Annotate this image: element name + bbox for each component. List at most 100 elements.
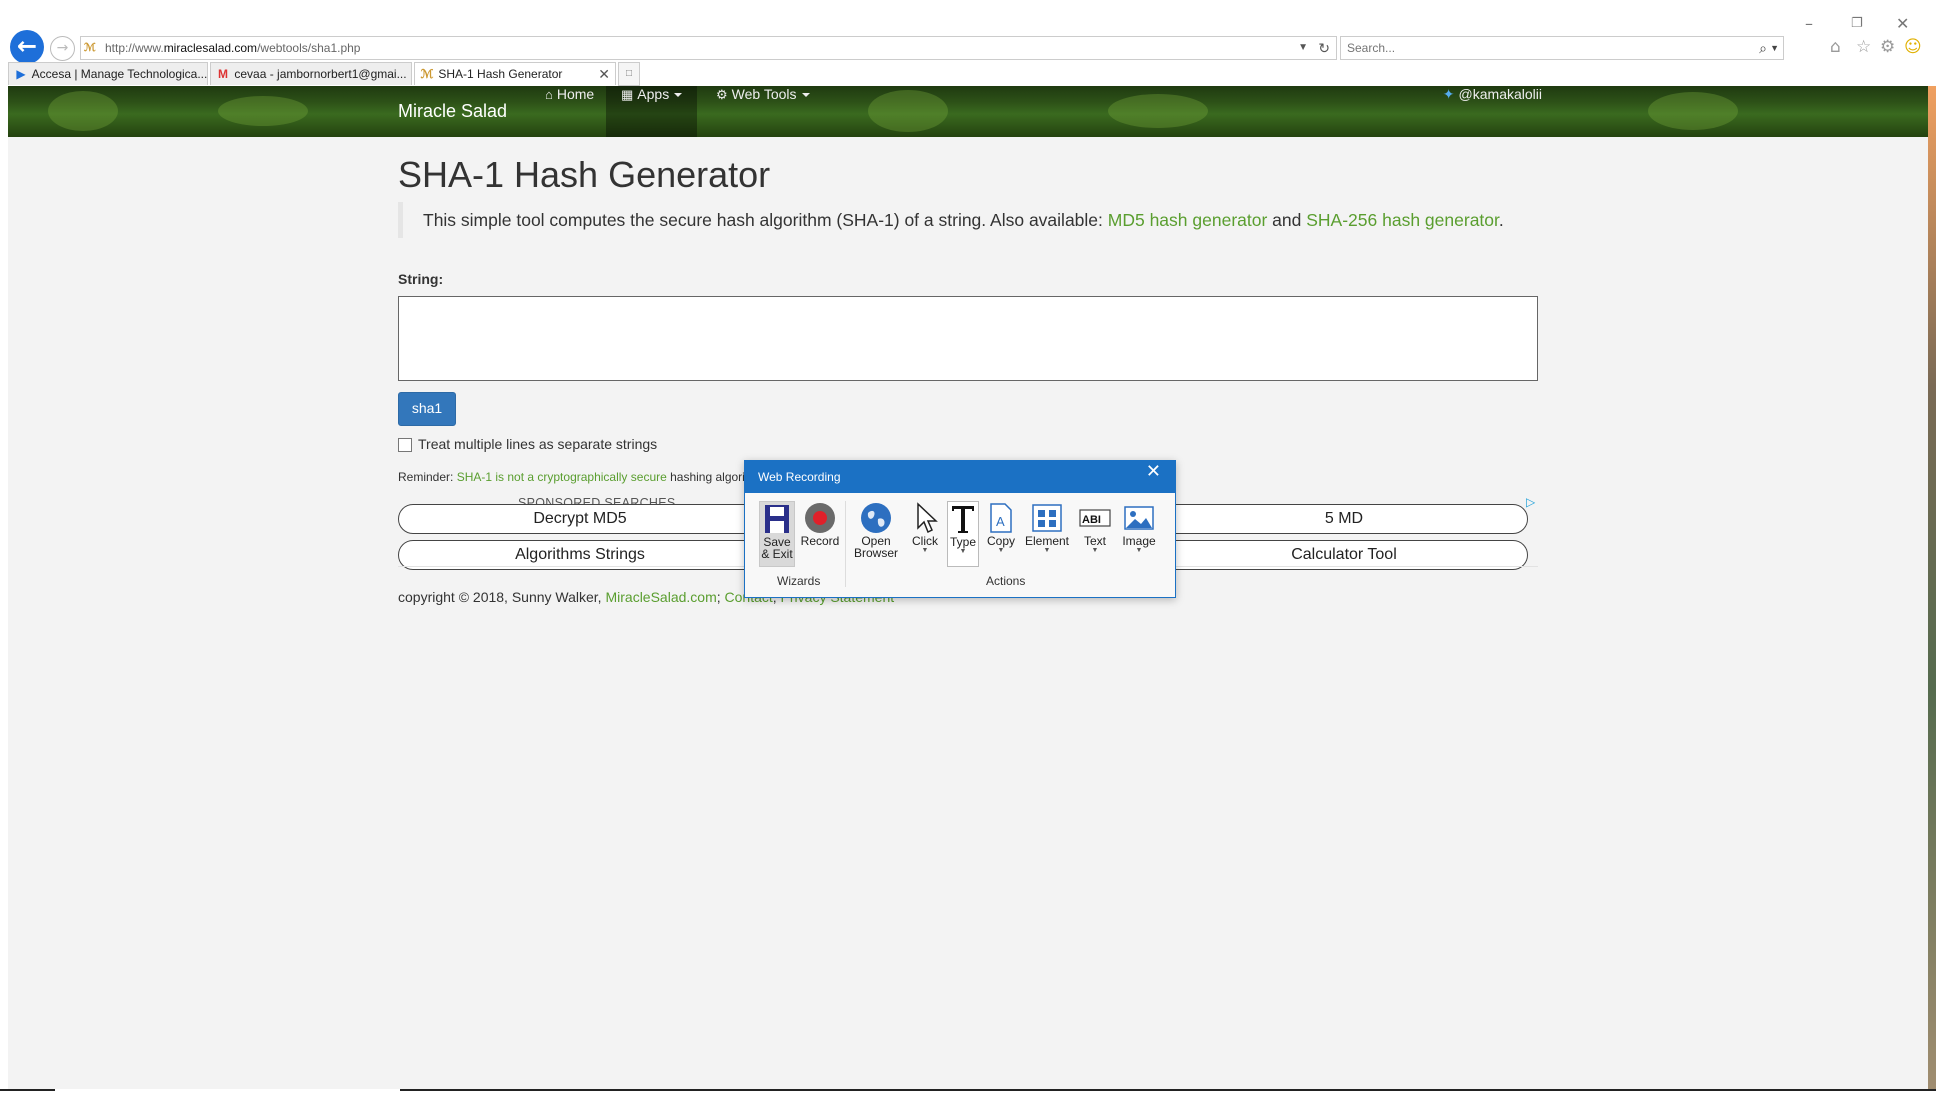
browser-search-box[interactable]: ⌕ ▼: [1340, 36, 1784, 60]
page-title: SHA-1 Hash Generator: [398, 154, 771, 195]
browser-search-input[interactable]: [1347, 40, 1727, 56]
web-recording-dialog: Web Recording ✕ Save & Exit Record Open …: [744, 460, 1176, 598]
open-browser-button[interactable]: Open Browser: [850, 501, 902, 559]
image-button[interactable]: Image ▼: [1117, 501, 1161, 555]
tab-accesa[interactable]: ▶ Accesa | Manage Technologica...: [8, 62, 208, 85]
twitter-handle: @kamakalolii: [1458, 86, 1542, 102]
save-label-2: & Exit: [761, 547, 793, 561]
chevron-down-icon: [674, 93, 683, 98]
text-label: Text: [1083, 534, 1106, 548]
reminder-suffix: hashing algorit: [666, 470, 749, 484]
chevron-down-icon: [801, 93, 810, 98]
svg-text:A: A: [996, 514, 1005, 529]
search-icon[interactable]: ⌕: [1759, 37, 1767, 59]
site-navbar: Miracle Salad ⌂ Home ▦ Apps ⚙ Web Tools ✦ @k…: [8, 86, 1928, 137]
twitter-link[interactable]: ✦ @kamakalolii: [1443, 86, 1542, 137]
search-dropdown-icon[interactable]: ▼: [1770, 37, 1779, 59]
play-icon: ▶: [16, 67, 26, 81]
site-favicon-icon: ℳ: [84, 42, 96, 54]
svg-text:ABI: ABI: [1082, 514, 1101, 526]
forward-arrow-icon[interactable]: →: [50, 36, 75, 61]
feedback-smiley-icon[interactable]: ☺: [1904, 37, 1922, 57]
nav-home-label: Home: [556, 86, 595, 102]
md5-generator-link[interactable]: MD5 hash generator: [1108, 210, 1268, 230]
gmail-icon: M: [218, 67, 228, 81]
browser-chrome: ← → ℳ http://www.miraclesalad.com/webtoo…: [0, 0, 1936, 86]
brand-link[interactable]: Miracle Salad: [398, 101, 507, 122]
tab-gmail[interactable]: M cevaa - jambornorbert1@gmai...: [210, 62, 412, 85]
chevron-down-icon: ▼: [1091, 547, 1099, 554]
string-input[interactable]: [398, 296, 1538, 381]
home-icon: ⌂: [545, 87, 553, 102]
sha256-generator-link[interactable]: SHA-256 hash generator: [1306, 210, 1499, 230]
address-dropdown-icon[interactable]: ▼: [1298, 37, 1308, 59]
reminder-prefix: Reminder:: [398, 470, 457, 484]
recording-titlebar[interactable]: Web Recording ✕: [745, 461, 1175, 493]
footer-site-link[interactable]: MiracleSalad.com: [605, 589, 716, 605]
refresh-icon[interactable]: ↻: [1318, 37, 1330, 59]
copy-icon: A: [990, 503, 1012, 533]
open-label-2: Browser: [853, 546, 898, 560]
adchoices-icon[interactable]: ▷: [1526, 495, 1535, 509]
navbar-leaf-texture: [1648, 92, 1738, 130]
intro-sentence: This simple tool computes the secure has…: [423, 210, 1108, 230]
text-button[interactable]: ABI Text ▼: [1077, 501, 1113, 555]
twitter-bird-icon: ✦: [1442, 86, 1455, 102]
element-grid-icon: [1032, 504, 1062, 532]
image-icon: [1124, 506, 1154, 530]
copy-label: Copy: [986, 534, 1015, 548]
text-field-icon: ABI: [1079, 509, 1111, 527]
type-label: Type: [949, 535, 976, 549]
apps-icon: ▦: [621, 87, 634, 102]
close-icon[interactable]: ✕: [1146, 461, 1161, 482]
separate-lines-checkbox[interactable]: [398, 438, 412, 452]
navbar-leaf-texture: [1108, 94, 1208, 128]
copy-button[interactable]: A Copy ▼: [985, 501, 1017, 555]
miraclesalad-favicon-icon: ℳ: [420, 67, 434, 81]
tab-label: Accesa | Manage Technologica...: [31, 67, 208, 81]
nav-apps[interactable]: ▦ Apps: [606, 86, 698, 137]
record-icon: [805, 503, 835, 533]
intro-text: This simple tool computes the secure has…: [398, 202, 1563, 238]
element-button[interactable]: Element ▼: [1023, 501, 1071, 555]
minimize-icon[interactable]: –: [1805, 14, 1813, 33]
globe-icon: [861, 503, 891, 533]
record-label: Record: [800, 534, 840, 548]
type-button[interactable]: Type ▼: [947, 501, 979, 567]
gear-icon[interactable]: ⚙: [1880, 37, 1895, 57]
ad-decrypt-md5[interactable]: Decrypt MD5: [398, 504, 762, 534]
new-tab-icon[interactable]: □: [618, 62, 640, 86]
nav-home[interactable]: ⌂ Home: [538, 86, 601, 137]
intro-and: and: [1267, 210, 1307, 230]
tab-label: cevaa - jambornorbert1@gmai...: [234, 67, 407, 81]
record-button[interactable]: Record: [799, 501, 841, 547]
nav-web-tools[interactable]: ⚙ Web Tools: [708, 86, 818, 137]
sha1-button[interactable]: sha1: [398, 392, 456, 426]
tab-sha1-hash-generator[interactable]: ℳ SHA-1 Hash Generator ✕: [414, 62, 616, 85]
save-exit-button[interactable]: Save & Exit: [759, 501, 795, 567]
separate-lines-label: Treat multiple lines as separate strings: [418, 436, 658, 452]
floppy-disk-icon: [765, 505, 789, 533]
nav-apps-label: Apps: [637, 86, 670, 102]
group-divider: [845, 501, 846, 587]
ad-5-md[interactable]: 5 MD: [1160, 504, 1528, 534]
intro-period: .: [1498, 210, 1504, 230]
reminder-text: Reminder: SHA-1 is not a cryptographical…: [398, 470, 748, 484]
recording-title: Web Recording: [758, 470, 841, 484]
back-arrow-icon[interactable]: ←: [10, 30, 44, 64]
close-window-icon[interactable]: ✕: [1896, 14, 1909, 33]
home-icon[interactable]: ⌂: [1830, 37, 1841, 57]
taskbar-edge-line: [0, 1089, 55, 1091]
desktop-wallpaper-edge: [1928, 86, 1936, 1089]
taskbar-edge-line: [400, 1089, 1936, 1091]
address-bar[interactable]: ℳ http://www.miraclesalad.com/webtools/s…: [80, 36, 1337, 60]
type-t-icon: [952, 506, 974, 533]
sha1-insecure-link[interactable]: SHA-1 is not a cryptographically secure: [457, 470, 667, 484]
group-wizards-label: Wizards: [777, 574, 821, 588]
click-button[interactable]: Click ▼: [909, 501, 941, 555]
close-tab-icon[interactable]: ✕: [598, 63, 610, 85]
image-label: Image: [1122, 534, 1156, 548]
favorites-star-icon[interactable]: ☆: [1856, 37, 1871, 57]
restore-icon[interactable]: ❐: [1851, 16, 1863, 31]
tab-label: SHA-1 Hash Generator: [438, 67, 563, 81]
